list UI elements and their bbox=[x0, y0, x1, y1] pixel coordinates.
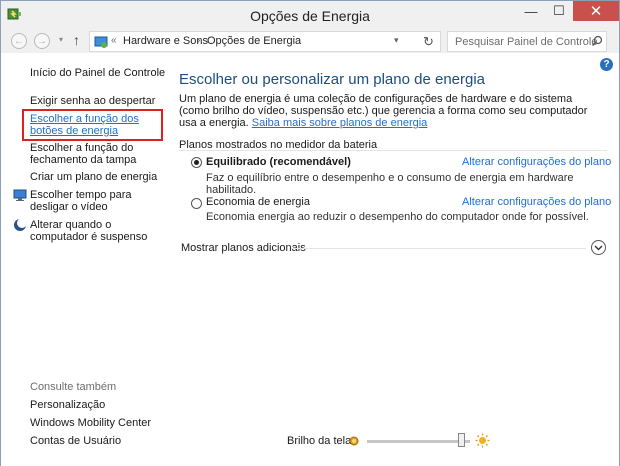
chevron-down-icon[interactable] bbox=[591, 240, 606, 255]
search-input[interactable]: Pesquisar Painel de Controle bbox=[447, 31, 607, 52]
breadcrumb-power-options[interactable]: Opções de Energia bbox=[207, 35, 301, 47]
sidebar-item-require-password[interactable]: Exigir senha ao despertar bbox=[30, 95, 155, 107]
brightness-slider-thumb[interactable] bbox=[458, 433, 466, 447]
search-placeholder: Pesquisar Painel de Controle bbox=[455, 36, 598, 48]
recent-locations-button[interactable]: ▾ bbox=[59, 35, 63, 44]
plan-description-balanced: Faz o equilíbrio entre o desempenho e o … bbox=[206, 172, 574, 196]
see-also-heading: Consulte também bbox=[30, 381, 117, 393]
window: Opções de Energia — ☐ ✕ ← → ▾ ↑ « Hardwa… bbox=[0, 0, 620, 466]
forward-button[interactable]: → bbox=[34, 33, 50, 49]
sidebar-item-create-plan[interactable]: Criar um plano de energia bbox=[30, 171, 157, 183]
up-button[interactable]: ↑ bbox=[73, 32, 80, 48]
show-more-plans-label[interactable]: Mostrar planos adicionais bbox=[181, 242, 306, 254]
help-icon[interactable]: ? bbox=[600, 58, 613, 71]
brightness-label: Brilho da tela: bbox=[287, 435, 355, 447]
moon-icon bbox=[14, 218, 27, 231]
content-area: Início do Painel de Controle Exigir senh… bbox=[1, 53, 619, 466]
monitor-icon bbox=[13, 189, 27, 201]
sidebar-item-display-off[interactable]: Escolher tempo para desligar o vídeo bbox=[30, 189, 165, 213]
see-also-mobility-center[interactable]: Windows Mobility Center bbox=[30, 417, 151, 429]
sidebar-item-lid-close[interactable]: Escolher a função do fechamento da tampa bbox=[30, 142, 165, 166]
title-bar: Opções de Energia — ☐ ✕ bbox=[1, 1, 619, 29]
close-button[interactable]: ✕ bbox=[573, 1, 619, 21]
see-also-personalization[interactable]: Personalização bbox=[30, 399, 105, 411]
change-plan-settings-balanced[interactable]: Alterar configurações do plano bbox=[462, 156, 611, 168]
address-dropdown[interactable]: ▾ bbox=[394, 35, 399, 46]
learn-more-link[interactable]: Saiba mais sobre planos de energia bbox=[252, 117, 428, 129]
more-plans-divider bbox=[291, 248, 586, 249]
search-icon[interactable] bbox=[591, 35, 603, 47]
address-bar[interactable]: « Hardware e Sons › Opções de Energia ▾ … bbox=[89, 31, 441, 52]
breadcrumb-chevron[interactable]: « bbox=[111, 35, 117, 46]
brightness-high-icon bbox=[475, 433, 490, 448]
change-plan-settings-power-saver[interactable]: Alterar configurações do plano bbox=[462, 196, 611, 208]
brightness-slider-track[interactable] bbox=[367, 440, 470, 443]
navigation-bar: ← → ▾ ↑ « Hardware e Sons › Opções de En… bbox=[1, 29, 619, 53]
control-panel-icon bbox=[94, 36, 108, 48]
see-also-user-accounts[interactable]: Contas de Usuário bbox=[30, 435, 121, 447]
refresh-button[interactable]: ↻ bbox=[423, 34, 434, 50]
sidebar-item-power-buttons[interactable]: Escolher a função dos botões de energia bbox=[30, 113, 162, 137]
breadcrumb-hardware-and-sound[interactable]: Hardware e Sons bbox=[123, 35, 208, 47]
maximize-button[interactable]: ☐ bbox=[545, 1, 573, 21]
plan-description-power-saver: Economia energia ao reduzir o desempenho… bbox=[206, 211, 589, 223]
page-title: Escolher ou personalizar um plano de ene… bbox=[179, 71, 486, 88]
plan-radio-power-saver[interactable] bbox=[191, 198, 202, 209]
back-button[interactable]: ← bbox=[11, 33, 27, 49]
sidebar-item-sleep[interactable]: Alterar quando o computador é suspenso bbox=[30, 219, 165, 243]
plan-name-balanced[interactable]: Equilibrado (recomendável) bbox=[206, 156, 351, 168]
page-description: Um plano de energia é uma coleção de con… bbox=[179, 93, 599, 129]
sidebar-home-link[interactable]: Início do Painel de Controle bbox=[30, 67, 165, 79]
section-divider bbox=[179, 150, 607, 151]
brightness-low-icon bbox=[349, 436, 359, 446]
plan-name-power-saver[interactable]: Economia de energia bbox=[206, 196, 310, 208]
minimize-button[interactable]: — bbox=[517, 1, 545, 21]
plan-radio-balanced[interactable] bbox=[191, 157, 202, 168]
breadcrumb-separator[interactable]: › bbox=[197, 35, 200, 46]
